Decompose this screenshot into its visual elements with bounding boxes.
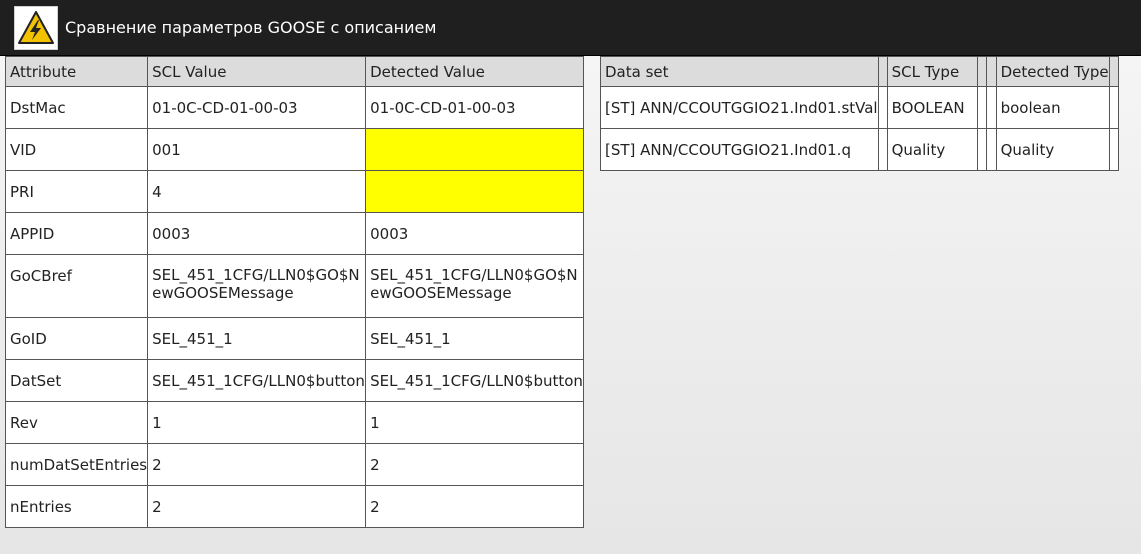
attribute-cell: PRI — [5, 171, 149, 213]
spacer-cell — [878, 87, 888, 129]
detected-value-mismatch-cell — [366, 171, 585, 213]
dataset-cell: [ST] ANN/CCOUTGGIO21.Ind01.stVal — [600, 87, 879, 129]
table-row: [ST] ANN/CCOUTGGIO21.Ind01.stVal BOOLEAN… — [600, 87, 1119, 129]
column-spacer — [977, 56, 987, 87]
screen-title: Сравнение параметров GOOSE с описанием — [65, 18, 437, 37]
attribute-cell: DstMac — [5, 87, 149, 129]
spacer-cell — [977, 129, 987, 171]
spacer-cell — [986, 129, 997, 171]
scl-value-cell: SEL_451_1CFG/LLN0$button — [148, 360, 367, 402]
detected-value-cell: 2 — [366, 486, 585, 528]
dataset-cell: [ST] ANN/CCOUTGGIO21.Ind01.q — [600, 129, 879, 171]
detected-value-mismatch-cell — [366, 129, 585, 171]
spacer-cell — [977, 87, 987, 129]
column-header-data-set: Data set — [600, 56, 879, 87]
column-header-detected-type: Detected Type — [996, 56, 1110, 87]
scl-value-cell: 0003 — [148, 213, 367, 255]
table-row: numDatSetEntries 2 2 — [5, 444, 585, 486]
scl-value-cell: 01-0C-CD-01-00-03 — [148, 87, 367, 129]
detected-value-cell: SEL_451_1CFG/LLN0$button — [366, 360, 585, 402]
detected-value-cell: 0003 — [366, 213, 585, 255]
scl-value-cell: 2 — [148, 444, 367, 486]
attribute-cell: Rev — [5, 402, 149, 444]
table-row: GoID SEL_451_1 SEL_451_1 — [5, 318, 585, 360]
attribute-cell: numDatSetEntries — [5, 444, 149, 486]
column-spacer — [986, 56, 997, 87]
table-row: PRI 4 — [5, 171, 585, 213]
table-row: [ST] ANN/CCOUTGGIO21.Ind01.q Quality Qua… — [600, 129, 1119, 171]
scl-type-cell: BOOLEAN — [887, 87, 978, 129]
detected-value-cell: SEL_451_1 — [366, 318, 585, 360]
scl-value-cell: 1 — [148, 402, 367, 444]
action-bar: Сравнение параметров GOOSE с описанием — [0, 0, 1141, 56]
scl-type-cell: Quality — [887, 129, 978, 171]
dataset-types-table: Data set SCL Type Detected Type [ST] ANN… — [600, 56, 1119, 171]
app-logo[interactable] — [14, 6, 58, 50]
spacer-cell — [1109, 129, 1119, 171]
table-row: GoCBref SEL_451_1CFG/LLN0$GO$NewGOOSEMes… — [5, 255, 585, 318]
detected-type-cell: Quality — [996, 129, 1110, 171]
column-spacer — [878, 56, 888, 87]
scl-value-cell: SEL_451_1 — [148, 318, 367, 360]
attribute-cell: nEntries — [5, 486, 149, 528]
column-header-scl-value: SCL Value — [148, 56, 367, 87]
table-row: APPID 0003 0003 — [5, 213, 585, 255]
column-header-scl-type: SCL Type — [887, 56, 978, 87]
goose-parameters-table: Attribute SCL Value Detected Value DstMa… — [5, 56, 585, 528]
column-spacer — [1109, 56, 1119, 87]
detected-type-cell: boolean — [996, 87, 1110, 129]
attribute-cell: GoCBref — [5, 255, 149, 318]
attribute-cell: DatSet — [5, 360, 149, 402]
detected-value-cell: 1 — [366, 402, 585, 444]
scl-value-cell: 4 — [148, 171, 367, 213]
high-voltage-warning-icon — [18, 11, 54, 44]
scl-value-cell: 001 — [148, 129, 367, 171]
detected-value-cell: SEL_451_1CFG/LLN0$GO$NewGOOSEMessage — [366, 255, 585, 318]
table-row: DstMac 01-0C-CD-01-00-03 01-0C-CD-01-00-… — [5, 87, 585, 129]
table-row: DatSet SEL_451_1CFG/LLN0$button SEL_451_… — [5, 360, 585, 402]
column-header-detected-value: Detected Value — [366, 56, 585, 87]
table-row: nEntries 2 2 — [5, 486, 585, 528]
detected-value-cell: 2 — [366, 444, 585, 486]
attribute-cell: VID — [5, 129, 149, 171]
spacer-cell — [986, 87, 997, 129]
table-header-row: Attribute SCL Value Detected Value — [5, 56, 585, 87]
detected-value-cell: 01-0C-CD-01-00-03 — [366, 87, 585, 129]
spacer-cell — [1109, 87, 1119, 129]
attribute-cell: GoID — [5, 318, 149, 360]
spacer-cell — [878, 129, 888, 171]
column-header-attribute: Attribute — [5, 56, 149, 87]
table-row: VID 001 — [5, 129, 585, 171]
table-header-row: Data set SCL Type Detected Type — [600, 56, 1119, 87]
scl-value-cell: 2 — [148, 486, 367, 528]
scl-value-cell: SEL_451_1CFG/LLN0$GO$NewGOOSEMessage — [148, 255, 367, 318]
table-row: Rev 1 1 — [5, 402, 585, 444]
attribute-cell: APPID — [5, 213, 149, 255]
